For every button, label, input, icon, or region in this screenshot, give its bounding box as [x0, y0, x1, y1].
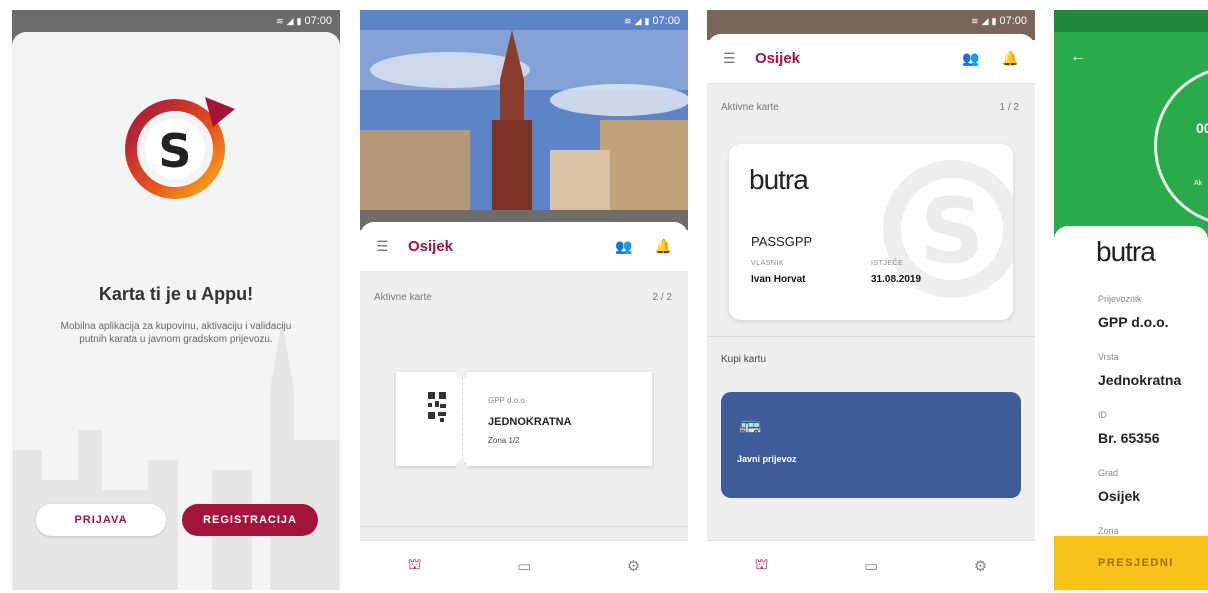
login-button[interactable]: PRIJAVA — [36, 504, 166, 536]
status-time: 07:00 — [652, 15, 680, 27]
ticket-company: GPP d.o.o. — [488, 396, 527, 405]
wifi-icon: ≋ — [276, 15, 284, 26]
city-title[interactable]: Osijek — [755, 50, 940, 67]
carrier-label: Prijevoznik — [1098, 294, 1142, 304]
app-bar: ☰ Osijek 👥 🔔 — [360, 222, 688, 272]
type-value: Jednokratna — [1098, 372, 1182, 388]
type-label: Vrsta — [1098, 352, 1119, 362]
bell-icon[interactable]: 🔔 — [655, 238, 672, 255]
menu-icon[interactable]: ☰ — [723, 50, 737, 67]
bell-icon[interactable]: 🔔 — [1002, 50, 1019, 67]
tickets-nav-icon[interactable]: ⛫ — [755, 556, 769, 575]
card-nav-icon[interactable]: ▭ — [517, 557, 531, 575]
battery-icon: ▮ — [644, 15, 650, 26]
wifi-icon: ≋ — [624, 15, 632, 26]
ticket-notch — [456, 366, 468, 378]
ticket-card[interactable]: GPP d.o.o. JEDNOKRATNA Zona 1/2 — [396, 366, 652, 472]
public-transport-label: Javni prijevoz — [737, 454, 797, 464]
carrier-value: GPP d.o.o. — [1098, 314, 1169, 330]
bus-icon: 🚌 — [739, 414, 762, 434]
settings-nav-icon[interactable]: ⚙ — [627, 557, 640, 575]
app-logo: S — [125, 97, 235, 199]
svg-text:S: S — [158, 124, 191, 178]
pass-name: PASSGPP — [751, 234, 813, 249]
timer-value: 00: — [1196, 120, 1208, 136]
tickets-nav-icon[interactable]: ⛫ — [408, 556, 422, 575]
menu-icon[interactable]: ☰ — [376, 238, 390, 255]
expires-label: ISTJEČE — [871, 260, 904, 267]
ticket-detail-screen: ← 00: Ak butra Prijevoznik GPP d.o.o. Vr… — [1054, 10, 1208, 590]
active-tickets-label: Aktivne karte — [374, 292, 432, 303]
transfer-button[interactable]: PRESJEDNI — [1054, 536, 1208, 590]
card-nav-icon[interactable]: ▭ — [864, 557, 878, 575]
pass-brand: butra — [749, 164, 809, 195]
signal-icon: ◢ — [981, 15, 989, 26]
status-bar: ≋ ◢ ▮ 07:00 — [360, 10, 688, 32]
add-user-icon[interactable]: 👥 — [962, 50, 979, 67]
qr-code-icon — [428, 392, 446, 422]
battery-icon: ▮ — [991, 15, 997, 26]
status-bar — [1054, 10, 1208, 32]
expiry-date: 31.08.2019 — [871, 274, 922, 285]
timer-header: ← 00: Ak — [1054, 10, 1208, 246]
welcome-description: Mobilna aplikacija za kupovinu, aktivaci… — [60, 321, 292, 345]
ticket-details: butra Prijevoznik GPP d.o.o. Vrsta Jedno… — [1054, 226, 1208, 536]
timer-ring — [1154, 66, 1208, 226]
city-title[interactable]: Osijek — [408, 238, 593, 255]
id-value: Br. 65356 — [1098, 430, 1160, 446]
detail-brand: butra — [1096, 236, 1156, 267]
bottom-navigation: ⛫ ▭ ⚙ — [360, 540, 688, 590]
welcome-card: S Karta ti je u Appu! Mobilna aplikacija… — [12, 32, 340, 590]
app-bar: ☰ Osijek 👥 🔔 — [707, 34, 1035, 84]
zone-label: Zona — [1098, 526, 1119, 536]
ticket-zone: Zona 1/2 — [488, 436, 520, 445]
pass-card[interactable]: S butra PASSGPP VLASNIK ISTJEČE Ivan Hor… — [729, 144, 1013, 320]
owner-name: Ivan Horvat — [751, 274, 806, 285]
ticket-divider — [462, 372, 463, 466]
status-time: 07:00 — [999, 15, 1027, 27]
public-transport-button[interactable]: 🚌 Javni prijevoz — [721, 392, 1021, 498]
status-bar: ≋ ◢ ▮ 07:00 — [707, 10, 1035, 32]
active-tickets-count: 1 / 2 — [999, 102, 1019, 113]
active-tickets-label: Aktivne karte — [721, 102, 779, 113]
welcome-headline: Karta ti je u Appu! — [98, 284, 254, 304]
home-screen-tickets: ≋ ◢ ▮ 07:00 ☰ Osijek 👥 🔔 Aktivne karte 2… — [360, 10, 688, 590]
home-screen-pass: ≋ ◢ ▮ 07:00 ☰ Osijek 👥 🔔 Aktivne karte 1… — [707, 10, 1035, 590]
divider — [360, 526, 688, 527]
city-label: Grad — [1098, 468, 1119, 478]
status-time: 07:00 — [304, 15, 332, 27]
battery-icon: ▮ — [296, 15, 302, 26]
bottom-navigation: ⛫ ▭ ⚙ — [707, 540, 1035, 590]
ticket-notch — [456, 460, 468, 472]
settings-nav-icon[interactable]: ⚙ — [974, 557, 987, 575]
add-user-icon[interactable]: 👥 — [615, 238, 632, 255]
register-button[interactable]: REGISTRACIJA — [182, 504, 318, 536]
divider — [707, 336, 1035, 337]
active-tickets-count: 2 / 2 — [652, 292, 672, 303]
id-label: ID — [1098, 410, 1107, 420]
signal-icon: ◢ — [286, 15, 294, 26]
wifi-icon: ≋ — [971, 15, 979, 26]
svg-text:S: S — [920, 179, 985, 284]
signal-icon: ◢ — [634, 15, 642, 26]
welcome-screen: ≋ ◢ ▮ 07:00 S Karta ti je u Appu! Mobiln… — [12, 10, 340, 590]
buy-ticket-label: Kupi kartu — [721, 354, 767, 365]
ticket-type: JEDNOKRATNA — [488, 416, 572, 428]
back-arrow-icon[interactable]: ← — [1070, 48, 1086, 66]
city-photo — [360, 10, 688, 230]
timer-caption: Ak — [1194, 180, 1203, 187]
status-bar: ≋ ◢ ▮ 07:00 — [12, 10, 340, 32]
owner-label: VLASNIK — [751, 260, 785, 267]
city-value: Osijek — [1098, 488, 1141, 504]
